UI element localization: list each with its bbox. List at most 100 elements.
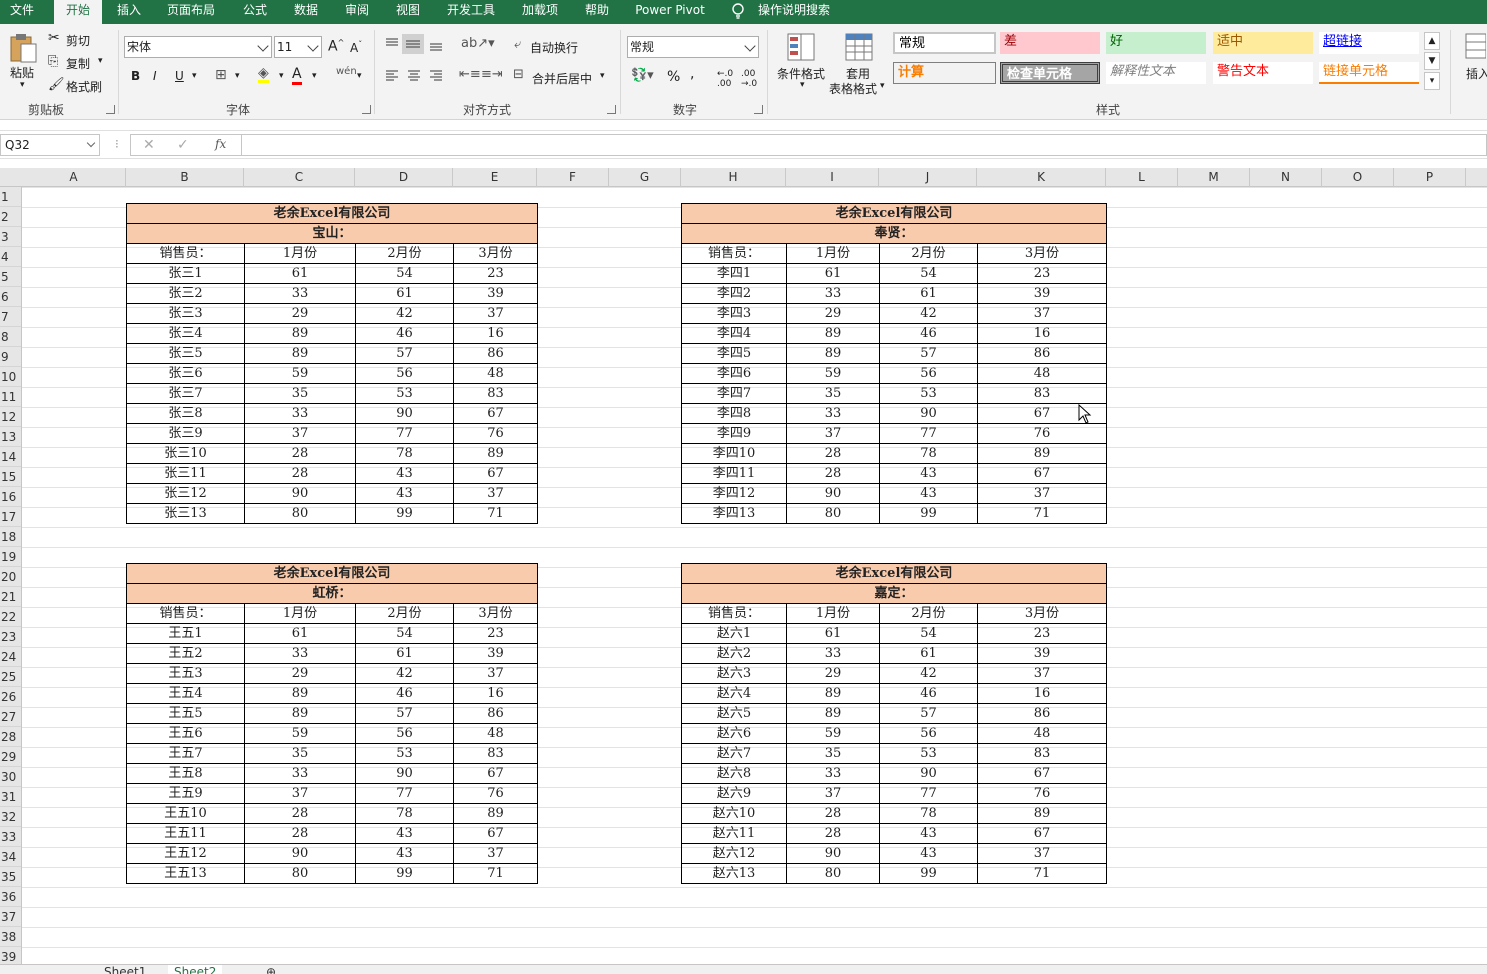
sales-value-cell[interactable]: 77 (355, 783, 454, 804)
name-box[interactable]: Q32 (0, 134, 100, 156)
salesperson-cell[interactable]: 赵六12 (681, 843, 787, 864)
sales-value-cell[interactable]: 83 (977, 743, 1107, 764)
region-title-cell[interactable]: 宝山： (126, 223, 538, 244)
company-title-cell[interactable]: 老余Excel有限公司 (681, 203, 1107, 224)
salesperson-cell[interactable]: 王五3 (126, 663, 245, 684)
sales-value-cell[interactable]: 89 (244, 683, 356, 704)
sales-value-cell[interactable]: 61 (355, 643, 454, 664)
sales-value-cell[interactable]: 90 (879, 403, 978, 424)
column-label-cell[interactable]: 销售员： (126, 243, 245, 264)
gallery-more-icon[interactable]: ▾ (1424, 72, 1440, 90)
sales-value-cell[interactable]: 43 (355, 483, 454, 504)
column-label-cell[interactable]: 3月份 (453, 243, 538, 264)
add-sheet-icon[interactable]: ⊕ (260, 965, 282, 974)
number-format-select[interactable]: 常规 (627, 36, 759, 58)
tell-me-search[interactable]: 操作说明搜索 (758, 0, 830, 20)
column-label-cell[interactable]: 1月份 (786, 603, 880, 624)
sales-value-cell[interactable]: 76 (453, 783, 538, 804)
sales-value-cell[interactable]: 61 (879, 283, 978, 304)
sales-value-cell[interactable]: 77 (879, 423, 978, 444)
sales-value-cell[interactable]: 99 (355, 503, 454, 524)
sales-value-cell[interactable]: 37 (977, 663, 1107, 684)
increase-decimal-icon[interactable]: ←.0.00 (717, 69, 733, 89)
sales-value-cell[interactable]: 43 (879, 843, 978, 864)
sales-value-cell[interactable]: 54 (879, 623, 978, 644)
salesperson-cell[interactable]: 李四5 (681, 343, 787, 364)
salesperson-cell[interactable]: 赵六5 (681, 703, 787, 724)
column-header-j[interactable]: J (879, 168, 977, 187)
region-title-cell[interactable]: 嘉定： (681, 583, 1107, 604)
sheet-tab-sheet2[interactable]: Sheet2 (168, 965, 223, 974)
salesperson-cell[interactable]: 张三3 (126, 303, 245, 324)
copy-dropdown-icon[interactable]: ▾ (98, 56, 103, 66)
sales-value-cell[interactable]: 35 (786, 383, 880, 404)
sales-value-cell[interactable]: 89 (786, 343, 880, 364)
tab-data[interactable]: 数据 (285, 0, 327, 24)
phonetic-icon[interactable]: wén (336, 66, 357, 77)
row-header-11[interactable]: 11 (0, 387, 21, 407)
wrap-text-button[interactable]: 自动换行 (530, 39, 578, 56)
worksheet-grid[interactable]: 老余Excel有限公司 宝山： 销售员： 1月份 2月份 3月份 张三1 61 54 23 张三2 3… (22, 187, 1487, 964)
sales-value-cell[interactable]: 78 (355, 803, 454, 824)
sales-value-cell[interactable]: 46 (355, 323, 454, 344)
sales-value-cell[interactable]: 57 (879, 343, 978, 364)
cell-style-5[interactable]: 计算 (893, 62, 996, 84)
sales-value-cell[interactable]: 28 (244, 443, 356, 464)
sales-value-cell[interactable]: 35 (786, 743, 880, 764)
sales-value-cell[interactable]: 80 (244, 503, 356, 524)
sales-value-cell[interactable]: 89 (977, 803, 1107, 824)
column-label-cell[interactable]: 销售员： (126, 603, 245, 624)
sales-value-cell[interactable]: 39 (453, 643, 538, 664)
row-header-29[interactable]: 29 (0, 747, 21, 767)
sales-value-cell[interactable]: 71 (977, 503, 1107, 524)
cell-style-0[interactable]: 常规 (893, 32, 996, 54)
sales-value-cell[interactable]: 80 (786, 503, 880, 524)
paste-dropdown-icon[interactable]: ▾ (20, 80, 25, 90)
cancel-entry-icon[interactable]: ✕ (143, 137, 155, 153)
salesperson-cell[interactable]: 李四4 (681, 323, 787, 344)
salesperson-cell[interactable]: 李四3 (681, 303, 787, 324)
cell-style-4[interactable]: 超链接 (1319, 32, 1419, 54)
sales-value-cell[interactable]: 16 (977, 323, 1107, 344)
salesperson-cell[interactable]: 赵六1 (681, 623, 787, 644)
column-header-m[interactable]: M (1178, 168, 1250, 187)
column-label-cell[interactable]: 销售员： (681, 243, 787, 264)
salesperson-cell[interactable]: 王五12 (126, 843, 245, 864)
insert-button[interactable]: 插入 (1466, 65, 1487, 82)
column-header-b[interactable]: B (126, 168, 244, 187)
sales-value-cell[interactable]: 43 (879, 823, 978, 844)
sales-value-cell[interactable]: 90 (244, 843, 356, 864)
salesperson-cell[interactable]: 赵六11 (681, 823, 787, 844)
row-header-6[interactable]: 6 (0, 287, 21, 307)
format-painter-button[interactable]: 格式刷 (66, 78, 102, 95)
salesperson-cell[interactable]: 李四6 (681, 363, 787, 384)
sales-value-cell[interactable]: 89 (786, 703, 880, 724)
sales-value-cell[interactable]: 67 (453, 763, 538, 784)
sales-value-cell[interactable]: 61 (244, 263, 356, 284)
sales-value-cell[interactable]: 61 (244, 623, 356, 644)
salesperson-cell[interactable]: 李四10 (681, 443, 787, 464)
salesperson-cell[interactable]: 赵六2 (681, 643, 787, 664)
salesperson-cell[interactable]: 张三1 (126, 263, 245, 284)
sales-value-cell[interactable]: 46 (879, 323, 978, 344)
sales-value-cell[interactable]: 16 (453, 323, 538, 344)
sales-value-cell[interactable]: 42 (355, 303, 454, 324)
sales-value-cell[interactable]: 76 (977, 783, 1107, 804)
sales-value-cell[interactable]: 67 (453, 823, 538, 844)
sales-value-cell[interactable]: 77 (355, 423, 454, 444)
cell-style-8[interactable]: 警告文本 (1213, 62, 1313, 84)
row-header-5[interactable]: 5 (0, 267, 21, 287)
sales-value-cell[interactable]: 33 (786, 283, 880, 304)
sales-value-cell[interactable]: 89 (244, 703, 356, 724)
sales-value-cell[interactable]: 29 (786, 303, 880, 324)
row-header-7[interactable]: 7 (0, 307, 21, 327)
merge-center-button[interactable]: 合并后居中 (532, 70, 592, 87)
column-label-cell[interactable]: 3月份 (977, 243, 1107, 264)
salesperson-cell[interactable]: 赵六6 (681, 723, 787, 744)
conditional-format-dropdown-icon[interactable]: ▾ (800, 80, 805, 90)
column-header-g[interactable]: G (609, 168, 681, 187)
salesperson-cell[interactable]: 张三5 (126, 343, 245, 364)
sales-value-cell[interactable]: 89 (244, 323, 356, 344)
cell-style-3[interactable]: 适中 (1213, 32, 1313, 54)
row-header-17[interactable]: 17 (0, 507, 21, 527)
